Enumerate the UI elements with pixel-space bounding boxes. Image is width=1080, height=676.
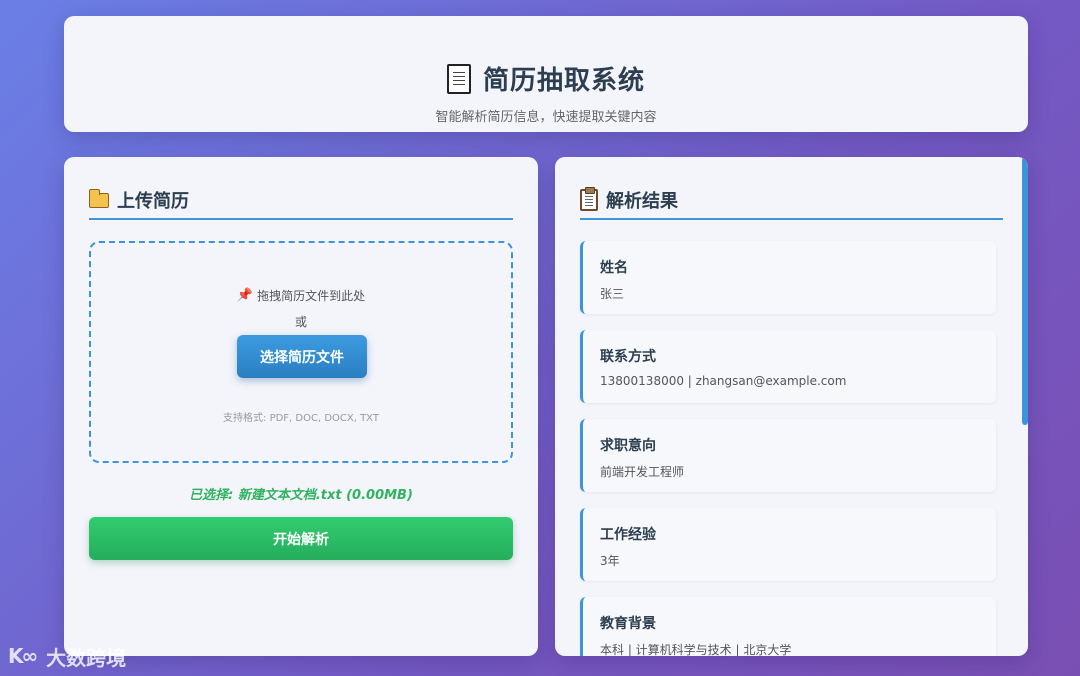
page-header: 简历抽取系统 智能解析简历信息，快速提取关键内容	[64, 16, 1028, 132]
drop-hint-text: 拖拽简历文件到此处	[257, 289, 366, 303]
result-list: 姓名 张三 联系方式 13800138000 | zhangsan@exampl…	[580, 241, 996, 656]
watermark-logo: K∞	[8, 644, 38, 668]
result-value: 张三	[600, 287, 625, 301]
watermark: K∞ 大数跨境	[8, 642, 126, 670]
result-label: 联系方式	[600, 349, 656, 365]
result-value: 3年	[600, 554, 620, 568]
result-label: 工作经验	[600, 527, 656, 543]
result-panel: 解析结果 姓名 张三 联系方式 13800138000 | zhangsan@e…	[555, 157, 1028, 656]
result-value: 前端开发工程师	[600, 465, 685, 479]
clipboard-icon	[580, 186, 598, 211]
result-label: 求职意向	[600, 438, 656, 454]
result-label: 教育背景	[600, 616, 656, 632]
folder-icon	[88, 189, 109, 208]
supported-formats: 支持格式: PDF, DOC, DOCX, TXT	[223, 413, 379, 424]
result-panel-header: 解析结果	[580, 183, 1003, 220]
page-subtitle: 智能解析简历信息，快速提取关键内容	[435, 110, 657, 125]
document-icon	[446, 63, 471, 94]
result-panel-title: 解析结果	[606, 190, 678, 212]
upload-panel: 上传简历 📌 拖拽简历文件到此处 或 选择简历文件 支持格式: PDF, DOC…	[64, 157, 538, 656]
pushpin-icon: 📌	[236, 288, 254, 303]
selected-file-text: 已选择: 新建文本文档.txt (0.00MB)	[189, 488, 413, 503]
upload-panel-title: 上传简历	[117, 190, 189, 212]
title-row: 简历抽取系统	[64, 60, 1028, 97]
result-item-education: 教育背景 本科 | 计算机科学与技术 | 北京大学	[580, 597, 996, 656]
choose-file-button[interactable]: 选择简历文件	[237, 335, 367, 378]
result-scrollbar[interactable]	[1022, 157, 1028, 425]
result-item-experience: 工作经验 3年	[580, 508, 996, 581]
watermark-text: 大数跨境	[46, 645, 127, 670]
result-item-contact: 联系方式 13800138000 | zhangsan@example.com	[580, 330, 996, 403]
result-value: 13800138000 | zhangsan@example.com	[600, 374, 847, 388]
drop-hint: 📌 拖拽简历文件到此处	[91, 287, 511, 304]
result-label: 姓名	[600, 260, 628, 276]
page-title: 简历抽取系统	[482, 66, 645, 96]
file-drop-zone[interactable]: 📌 拖拽简历文件到此处 或 选择简历文件 支持格式: PDF, DOC, DOC…	[89, 241, 513, 463]
start-parse-button[interactable]: 开始解析	[89, 517, 513, 560]
result-item-job-intention: 求职意向 前端开发工程师	[580, 419, 996, 492]
result-item-name: 姓名 张三	[580, 241, 996, 314]
or-text: 或	[294, 315, 307, 329]
result-value: 本科 | 计算机科学与技术 | 北京大学	[600, 643, 792, 656]
upload-panel-header: 上传简历	[88, 183, 513, 220]
